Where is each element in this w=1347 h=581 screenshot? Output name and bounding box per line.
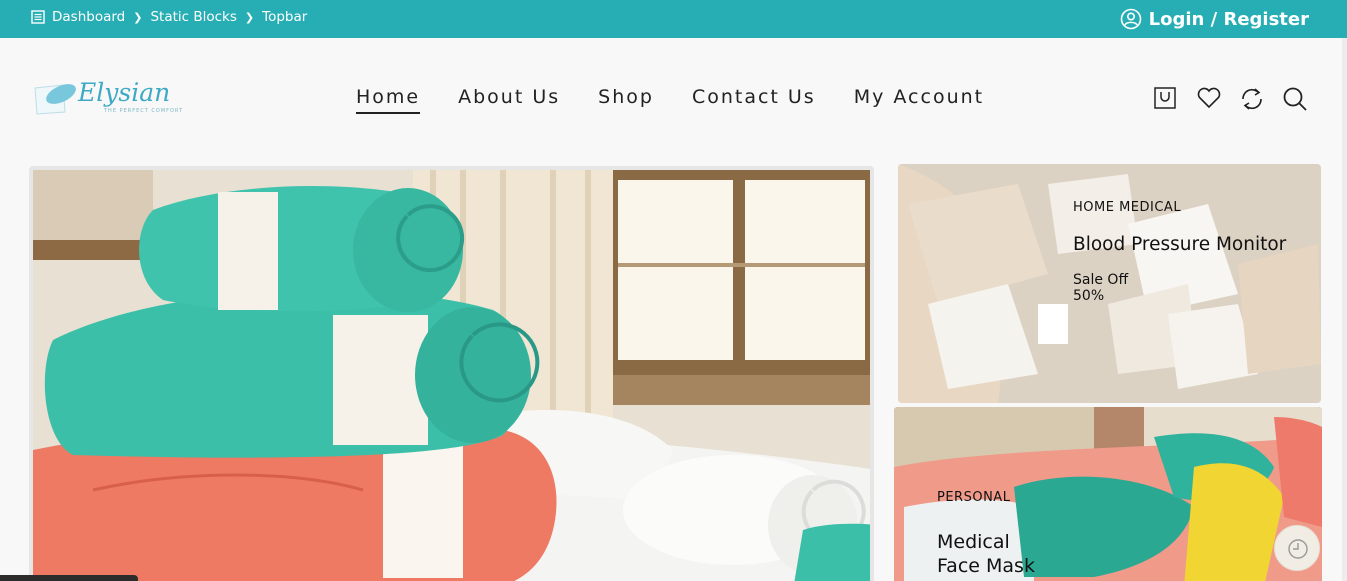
login-register-label: Login / Register: [1148, 8, 1309, 30]
user-icon: [1120, 8, 1141, 30]
breadcrumb-dashboard[interactable]: Dashboard: [52, 9, 125, 25]
nav-contact-us[interactable]: Contact Us: [692, 86, 816, 114]
nav-home[interactable]: Home: [356, 86, 421, 114]
hero-image: [33, 170, 870, 581]
nav-my-account[interactable]: My Account: [854, 86, 984, 114]
topbar: Dashboard ❯ Static Blocks ❯ Topbar Login…: [0, 0, 1347, 38]
breadcrumb-static-blocks[interactable]: Static Blocks: [150, 9, 236, 25]
cart-icon[interactable]: [1153, 86, 1177, 110]
nav-shop[interactable]: Shop: [598, 86, 654, 114]
nav-about-us[interactable]: About Us: [458, 86, 560, 114]
main-nav: Home About Us Shop Contact Us My Account: [356, 86, 1022, 114]
banner-2-title[interactable]: Medical Face Mask: [937, 530, 1057, 578]
login-register-link[interactable]: Login / Register: [1120, 8, 1309, 30]
banner-1-sale-percent: 50%: [1073, 288, 1105, 304]
banner-2-title-line-2: Face Mask: [937, 555, 1035, 577]
logo-text: Elysian: [78, 78, 171, 107]
banner-1-category: HOME MEDICAL: [1073, 200, 1182, 215]
compare-icon[interactable]: [1239, 86, 1263, 110]
search-icon[interactable]: [1282, 86, 1307, 111]
recently-viewed-button[interactable]: [1274, 525, 1320, 571]
clock-icon: [1288, 539, 1308, 559]
logo-tagline: THE PERFECT COMFORT: [104, 108, 184, 114]
chevron-right-icon: ❯: [133, 10, 143, 24]
banner-2-title-line-1: Medical: [937, 531, 1010, 553]
banner-2-category: PERSONAL: [937, 490, 1011, 505]
header-icons: [1153, 86, 1325, 111]
dashboard-icon: [31, 10, 45, 24]
breadcrumb: Dashboard ❯ Static Blocks ❯ Topbar: [30, 0, 307, 34]
banner-1-title[interactable]: Blood Pressure Monitor: [1073, 234, 1286, 255]
browser-status-bar: [0, 575, 138, 581]
breadcrumb-topbar[interactable]: Topbar: [262, 9, 307, 25]
banner-1-sale: Sale Off 50%: [1073, 272, 1128, 304]
banner-1-sale-label: Sale Off: [1073, 272, 1129, 288]
chevron-right-icon: ❯: [244, 10, 255, 24]
page-scrollbar[interactable]: [1342, 38, 1347, 581]
heart-icon[interactable]: [1196, 86, 1221, 110]
hero-slider[interactable]: [29, 166, 874, 581]
